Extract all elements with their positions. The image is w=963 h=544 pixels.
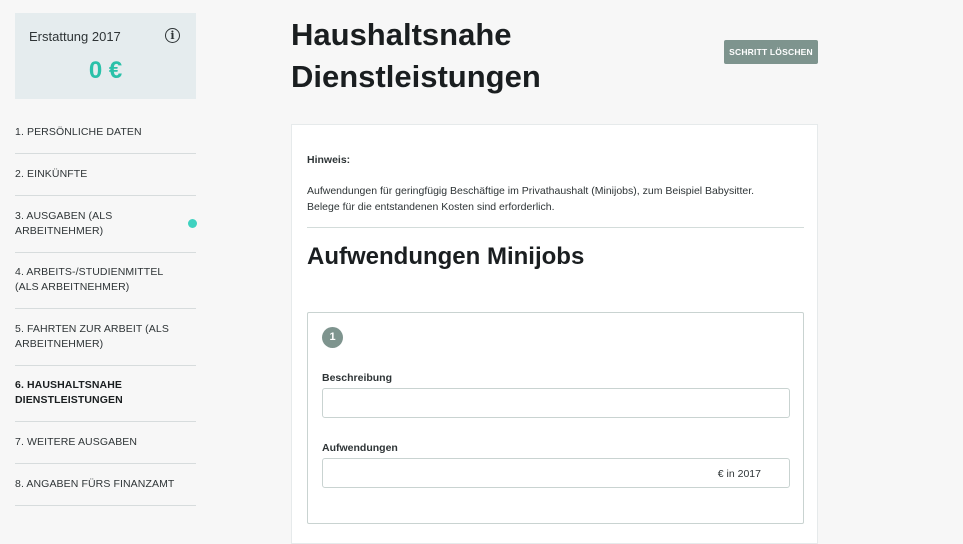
page-title: Haushaltsnahe Dienstleistungen [291, 17, 541, 94]
refund-amount: 0 € [88, 57, 123, 84]
description-label: Beschreibung [322, 372, 393, 384]
step-navigation: 1. PERSÖNLICHE DATEN 2. EINKÜNFTE 3. AUS… [15, 112, 197, 506]
nav-item-weitere-ausgaben[interactable]: 7. WEITERE AUSGABEN [15, 422, 196, 464]
nav-item-fahrten[interactable]: 5. FAHRTEN ZUR ARBEIT (ALS ARBEITNEHMER) [15, 309, 196, 366]
description-input[interactable] [322, 388, 790, 418]
delete-step-button[interactable]: SCHRITT LÖSCHEN [724, 40, 818, 64]
nav-item-einkuenfte[interactable]: 2. EINKÜNFTE [15, 154, 196, 196]
nav-item-arbeitsmittel[interactable]: 4. ARBEITS-/STUDIENMITTEL (ALS ARBEITNEH… [15, 253, 196, 309]
nav-item-label: 7. WEITERE AUSGABEN [15, 436, 138, 448]
expenses-suffix: € in 2017 [717, 468, 761, 480]
nav-item-ausgaben[interactable]: 3. AUSGABEN (ALS ARBEITNEHMER) [15, 196, 197, 253]
refund-summary: Erstattung 2017 i 0 € [15, 13, 196, 99]
nav-item-persoenliche-daten[interactable]: 1. PERSÖNLICHE DATEN [15, 112, 196, 154]
nav-item-label: 5. FAHRTEN ZUR ARBEIT (ALS ARBEITNEHMER) [15, 322, 169, 350]
nav-item-haushaltsnahe-dienstleistungen[interactable]: 6. HAUSHALTSNAHE DIENSTLEISTUNGEN [15, 366, 196, 422]
nav-item-label: 4. ARBEITS-/STUDIENMITTEL (ALS ARBEITNEH… [15, 266, 163, 294]
hint-text: Aufwendungen für geringfügig Beschäftige… [307, 185, 755, 213]
expenses-label: Aufwendungen [322, 442, 398, 454]
minijob-entry: 1 Beschreibung Aufwendungen € in 2017 [307, 312, 804, 524]
nav-item-label: 1. PERSÖNLICHE DATEN [15, 126, 142, 138]
refund-title: Erstattung 2017 [29, 29, 121, 44]
section-title: Aufwendungen Minijobs [307, 243, 585, 270]
nav-item-label: 3. AUSGABEN (ALS ARBEITNEHMER) [15, 209, 113, 237]
entry-number-badge: 1 [322, 327, 343, 348]
content-card: Hinweis: Aufwendungen für geringfügig Be… [291, 124, 818, 544]
nav-item-label: 6. HAUSHALTSNAHE DIENSTLEISTUNGEN [15, 379, 123, 407]
hint-label: Hinweis: [307, 154, 351, 166]
nav-item-label: 8. ANGABEN FÜRS FINANZAMT [15, 478, 175, 490]
nav-item-angaben-finanzamt[interactable]: 8. ANGABEN FÜRS FINANZAMT [15, 464, 196, 506]
divider [307, 227, 804, 228]
nav-item-label: 2. EINKÜNFTE [15, 168, 88, 180]
progress-dot-icon [188, 219, 197, 228]
info-icon[interactable]: i [165, 28, 180, 43]
